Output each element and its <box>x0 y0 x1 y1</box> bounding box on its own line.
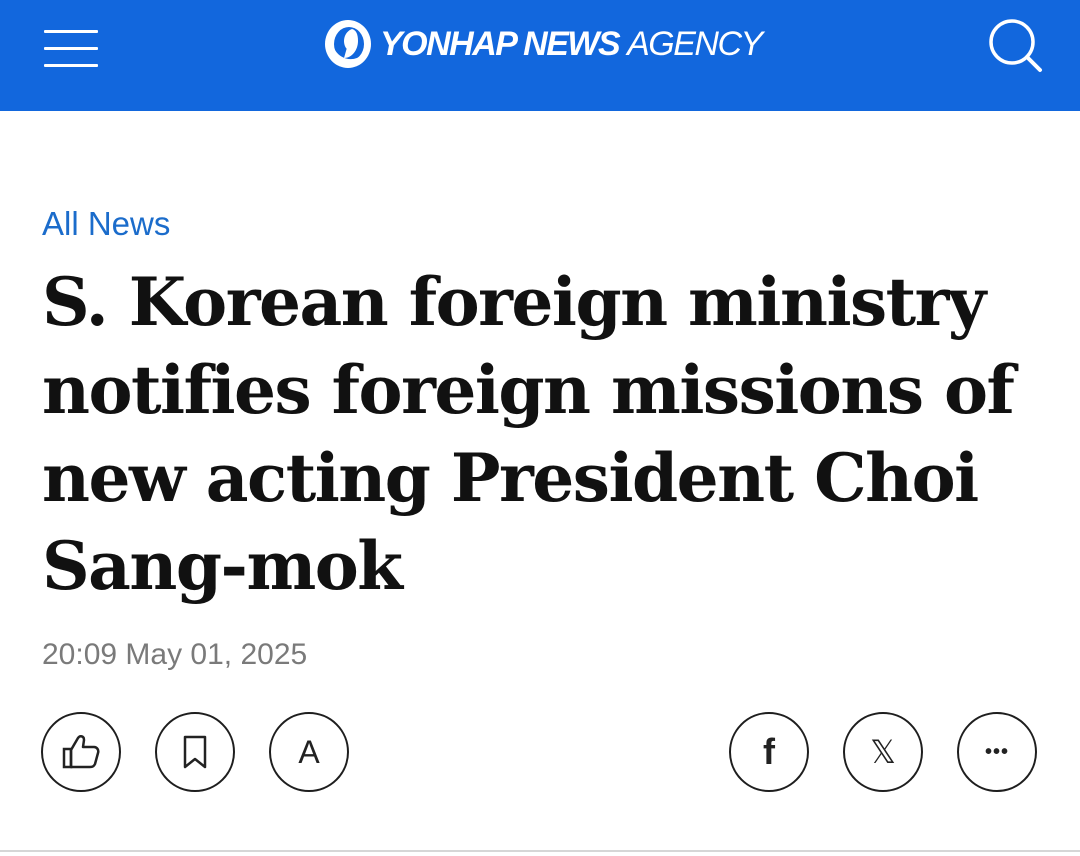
search-button[interactable] <box>982 12 1048 78</box>
brand-name: YONHAP NEWS AGENCY <box>380 24 763 64</box>
font-size-label: A <box>298 733 320 770</box>
brand-name-light: AGENCY <box>627 24 763 63</box>
brand-name-bold: YONHAP NEWS <box>380 24 621 63</box>
x-share-button[interactable]: 𝕏 <box>843 712 923 792</box>
yonhap-logo[interactable]: YONHAP NEWS AGENCY <box>322 16 763 72</box>
bookmark-button[interactable] <box>155 712 235 792</box>
article-headline: S. Korean foreign ministry notifies fore… <box>42 263 1015 605</box>
top-navigation-bar: YONHAP NEWS AGENCY <box>0 0 1080 111</box>
more-options-icon: ••• <box>984 740 1009 763</box>
search-icon <box>989 19 1042 72</box>
section-divider <box>0 850 1080 852</box>
yonhap-logo-icon <box>325 20 371 68</box>
thumbs-up-icon <box>62 735 100 769</box>
category-link[interactable]: All News <box>42 205 170 243</box>
article-page: YONHAP NEWS AGENCY All News S. Korean fo… <box>0 0 1080 856</box>
menu-button[interactable] <box>36 22 106 76</box>
facebook-share-button[interactable]: f <box>729 712 809 792</box>
x-icon: 𝕏 <box>870 733 896 771</box>
bookmark-icon <box>183 735 207 769</box>
more-options-button[interactable]: ••• <box>957 712 1037 792</box>
article-timestamp: 20:09 May 01, 2025 <box>42 638 308 671</box>
font-size-button[interactable]: A <box>269 712 349 792</box>
facebook-icon: f <box>763 731 775 772</box>
like-button[interactable] <box>41 712 121 792</box>
